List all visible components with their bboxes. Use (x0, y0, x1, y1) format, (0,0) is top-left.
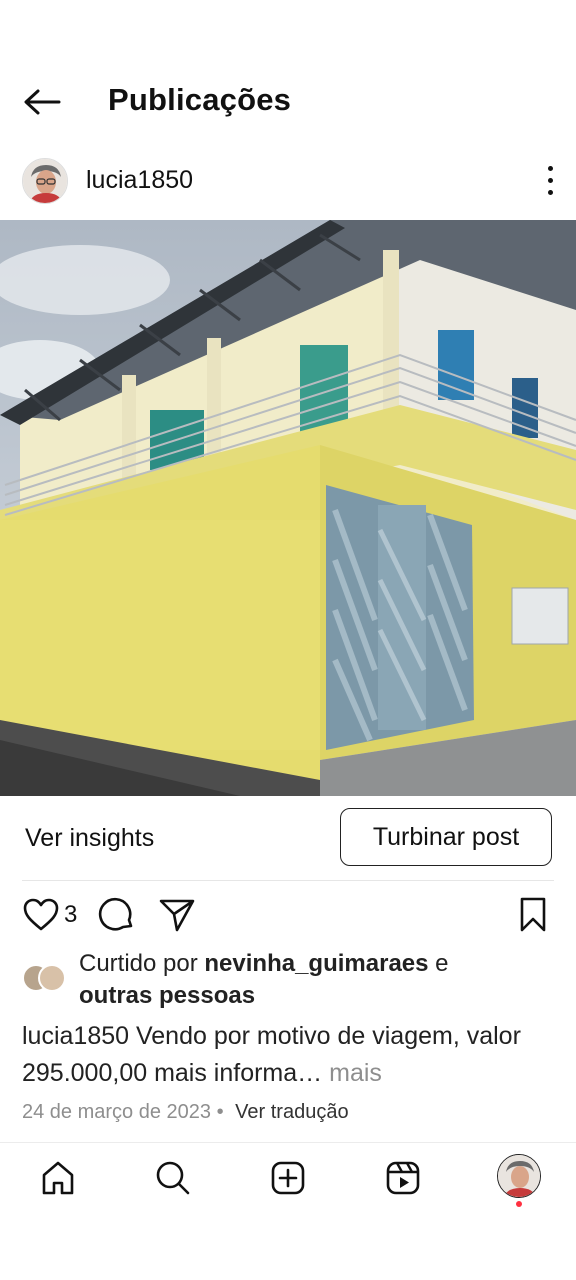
like-button[interactable]: 3 (22, 895, 77, 935)
liked-user-link[interactable]: nevinha_guimaraes (204, 950, 428, 977)
insights-row: Ver insights Turbinar post (0, 806, 576, 878)
share-button[interactable] (158, 895, 196, 935)
divider (0, 1142, 576, 1143)
send-icon (159, 899, 195, 932)
liked-avatars (22, 964, 68, 994)
like-count[interactable]: 3 (64, 901, 77, 929)
comment-icon (98, 897, 133, 931)
liked-by-text: Curtido por nevinha_guimaraes e outras p… (79, 950, 449, 1009)
see-translation-link[interactable]: Ver tradução (235, 1101, 348, 1123)
nav-home[interactable] (38, 1158, 78, 1198)
bottom-nav (0, 1150, 576, 1210)
heart-icon (23, 898, 59, 931)
caption-username[interactable]: lucia1850 (22, 1022, 129, 1050)
post-date: 24 de março de 2023 (22, 1101, 212, 1123)
nav-profile[interactable] (497, 1154, 541, 1198)
more-options-button[interactable] (542, 162, 558, 198)
notification-dot (516, 1201, 522, 1207)
avatar (498, 1155, 540, 1197)
post-image[interactable] (0, 220, 576, 796)
caption-more-link[interactable]: mais (322, 1059, 382, 1087)
page-title: Publicações (108, 82, 292, 117)
search-icon (156, 1161, 190, 1195)
post-actions: 3 (0, 895, 576, 937)
boost-post-button[interactable]: Turbinar post (340, 808, 552, 866)
avatar[interactable] (22, 158, 68, 204)
more-vertical-icon (547, 165, 553, 171)
post-meta: 24 de março de 2023 • Ver tradução (22, 1101, 349, 1123)
post-username[interactable]: lucia1850 (86, 166, 193, 195)
view-insights-link[interactable]: Ver insights (25, 824, 154, 853)
home-icon (42, 1161, 74, 1195)
divider (22, 880, 554, 881)
save-button[interactable] (516, 895, 550, 935)
back-button[interactable] (18, 84, 66, 120)
nav-create[interactable] (268, 1158, 308, 1198)
reels-icon (386, 1161, 420, 1195)
post-caption: lucia1850 Vendo por motivo de viagem, va… (22, 1018, 552, 1092)
others-link[interactable]: outras pessoas (79, 982, 255, 1009)
nav-reels[interactable] (383, 1158, 423, 1198)
bookmark-icon (520, 897, 546, 932)
post-header: lucia1850 (0, 156, 576, 208)
add-icon (271, 1161, 305, 1195)
top-bar: Publicações (0, 70, 576, 134)
arrow-left-icon (24, 89, 61, 115)
nav-search[interactable] (153, 1158, 193, 1198)
comment-button[interactable] (98, 895, 136, 935)
avatar (38, 964, 66, 992)
